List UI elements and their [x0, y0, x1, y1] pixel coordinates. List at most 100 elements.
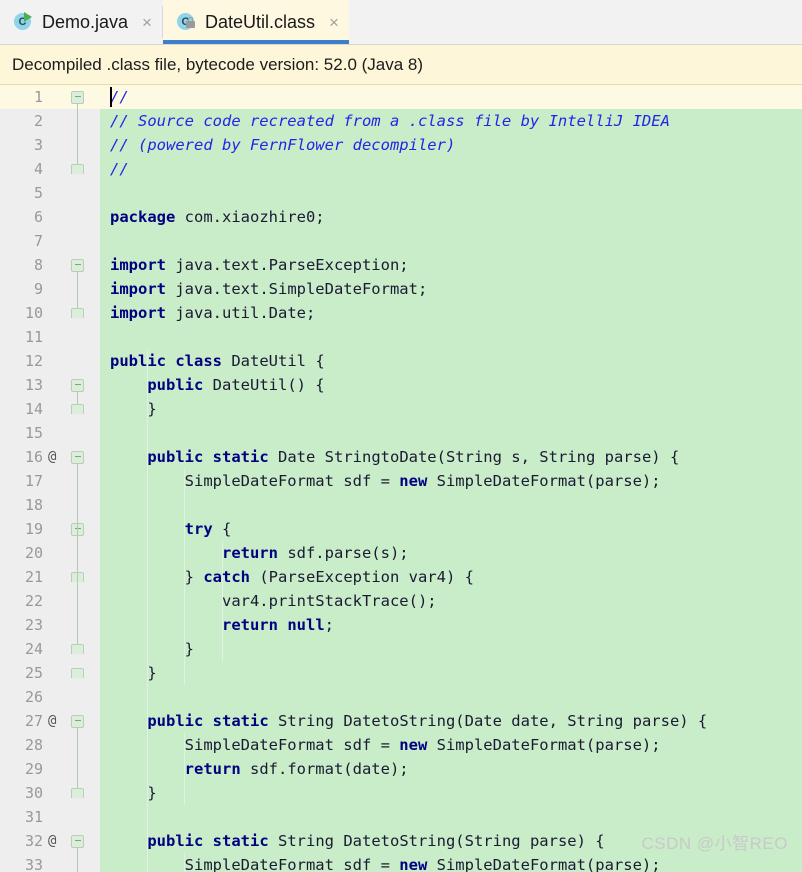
line-number: 21 [24, 568, 43, 586]
text-caret [110, 87, 112, 107]
code-token: public [147, 376, 204, 394]
code-token: public [110, 352, 166, 370]
tab-demo-java-label: Demo.java [42, 11, 129, 32]
code-token: new [399, 472, 428, 490]
code-line: import java.util.Date; [100, 301, 802, 325]
code-line: public class DateUtil { [100, 349, 802, 373]
code-token: String DatetoString(String parse) { [268, 832, 605, 850]
editor-gutter[interactable]: 1 2 3 4 5 6 7 8 9 10 11 12 13 14 15 16 @17 18 19 20 21 22 23 24… [0, 85, 100, 872]
code-editor[interactable]: 1 2 3 4 5 6 7 8 9 10 11 12 13 14 15 16 @17 18 19 20 21 22 23 24… [0, 85, 802, 872]
code-token: } [110, 400, 157, 418]
line-number: 26 [24, 688, 43, 706]
code-line: return sdf.parse(s); [100, 541, 802, 565]
code-line: var4.printStackTrace(); [100, 589, 802, 613]
code-token: static [212, 448, 269, 466]
java-class-locked-icon: C [176, 12, 197, 32]
code-token: null [287, 616, 325, 634]
code-token: new [399, 856, 428, 872]
code-token: } [110, 568, 204, 586]
line-number: 27 [24, 712, 43, 730]
fold-end-icon[interactable] [71, 644, 84, 654]
code-token: SimpleDateFormat(parse); [427, 736, 661, 754]
code-token: com.xiaozhire0; [175, 208, 325, 226]
fold-region-line [77, 463, 78, 645]
line-number: 31 [24, 808, 43, 826]
line-number: 4 [33, 160, 43, 178]
line-number: 12 [24, 352, 43, 370]
code-token: public [147, 448, 204, 466]
line-number: 7 [33, 232, 43, 250]
override-marker-icon[interactable]: @ [48, 445, 56, 469]
code-token: (ParseException var4) { [250, 568, 474, 586]
fold-end-icon[interactable] [71, 164, 84, 174]
code-line: public static String DatetoString(Date d… [100, 709, 802, 733]
fold-end-icon[interactable] [71, 308, 84, 318]
code-line: } [100, 661, 802, 685]
line-number: 15 [24, 424, 43, 442]
line-number: 3 [33, 136, 43, 154]
line-number: 30 [24, 784, 43, 802]
decompiled-file-banner-text: Decompiled .class file, bytecode version… [12, 54, 424, 74]
override-marker-icon[interactable]: @ [48, 709, 56, 733]
code-line: return null; [100, 613, 802, 637]
line-number: 19 [24, 520, 43, 538]
code-line: // Source code recreated from a .class f… [100, 109, 802, 133]
fold-end-icon[interactable] [71, 788, 84, 798]
code-line: public DateUtil() { [100, 373, 802, 397]
code-token: var4.printStackTrace(); [110, 592, 437, 610]
code-line: public static String DatetoString(String… [100, 829, 802, 853]
close-icon[interactable]: × [329, 14, 339, 31]
code-token: java.text.SimpleDateFormat; [166, 280, 428, 298]
code-line: import java.text.SimpleDateFormat; [100, 277, 802, 301]
line-number: 6 [33, 208, 43, 226]
line-number: 9 [33, 280, 43, 298]
close-icon[interactable]: × [142, 14, 152, 31]
fold-region-line [77, 847, 78, 872]
code-line: SimpleDateFormat sdf = new SimpleDateFor… [100, 469, 802, 493]
code-token: } [110, 784, 157, 802]
code-token: DateUtil { [222, 352, 325, 370]
code-token: String DatetoString(Date date, String pa… [268, 712, 708, 730]
code-token: import [110, 304, 166, 322]
code-line: } catch (ParseException var4) { [100, 565, 802, 589]
line-number: 25 [24, 664, 43, 682]
editor-tab-bar: C Demo.java × C DateUtil.class × [0, 0, 802, 45]
code-line: // (powered by FernFlower decompiler) [100, 133, 802, 157]
override-marker-icon[interactable]: @ [48, 829, 56, 853]
code-folding-column[interactable] [70, 85, 86, 872]
fold-region-line [77, 391, 78, 405]
line-number: 2 [33, 112, 43, 130]
line-number: 17 [24, 472, 43, 490]
code-line: SimpleDateFormat sdf = new SimpleDateFor… [100, 853, 802, 872]
code-line: package com.xiaozhire0; [100, 205, 802, 229]
code-token: SimpleDateFormat sdf = [110, 472, 400, 490]
code-token: SimpleDateFormat(parse); [427, 472, 661, 490]
fold-end-icon[interactable] [71, 668, 84, 678]
code-token: package [110, 208, 176, 226]
code-token: public [147, 712, 204, 730]
code-token: import [110, 256, 166, 274]
tab-dateutil-class[interactable]: C DateUtil.class × [162, 0, 349, 44]
code-text-area[interactable]: // // Source code recreated from a .class… [100, 85, 802, 872]
code-token: import [110, 280, 166, 298]
line-number: 23 [24, 616, 43, 634]
fold-end-icon[interactable] [71, 404, 84, 414]
line-number: 18 [24, 496, 43, 514]
tab-demo-java[interactable]: C Demo.java × [0, 0, 162, 44]
code-token: SimpleDateFormat sdf = [110, 856, 400, 872]
code-line: import java.text.ParseException; [100, 253, 802, 277]
code-token: try [184, 520, 213, 538]
code-token: static [212, 832, 269, 850]
line-number: 11 [24, 328, 43, 346]
